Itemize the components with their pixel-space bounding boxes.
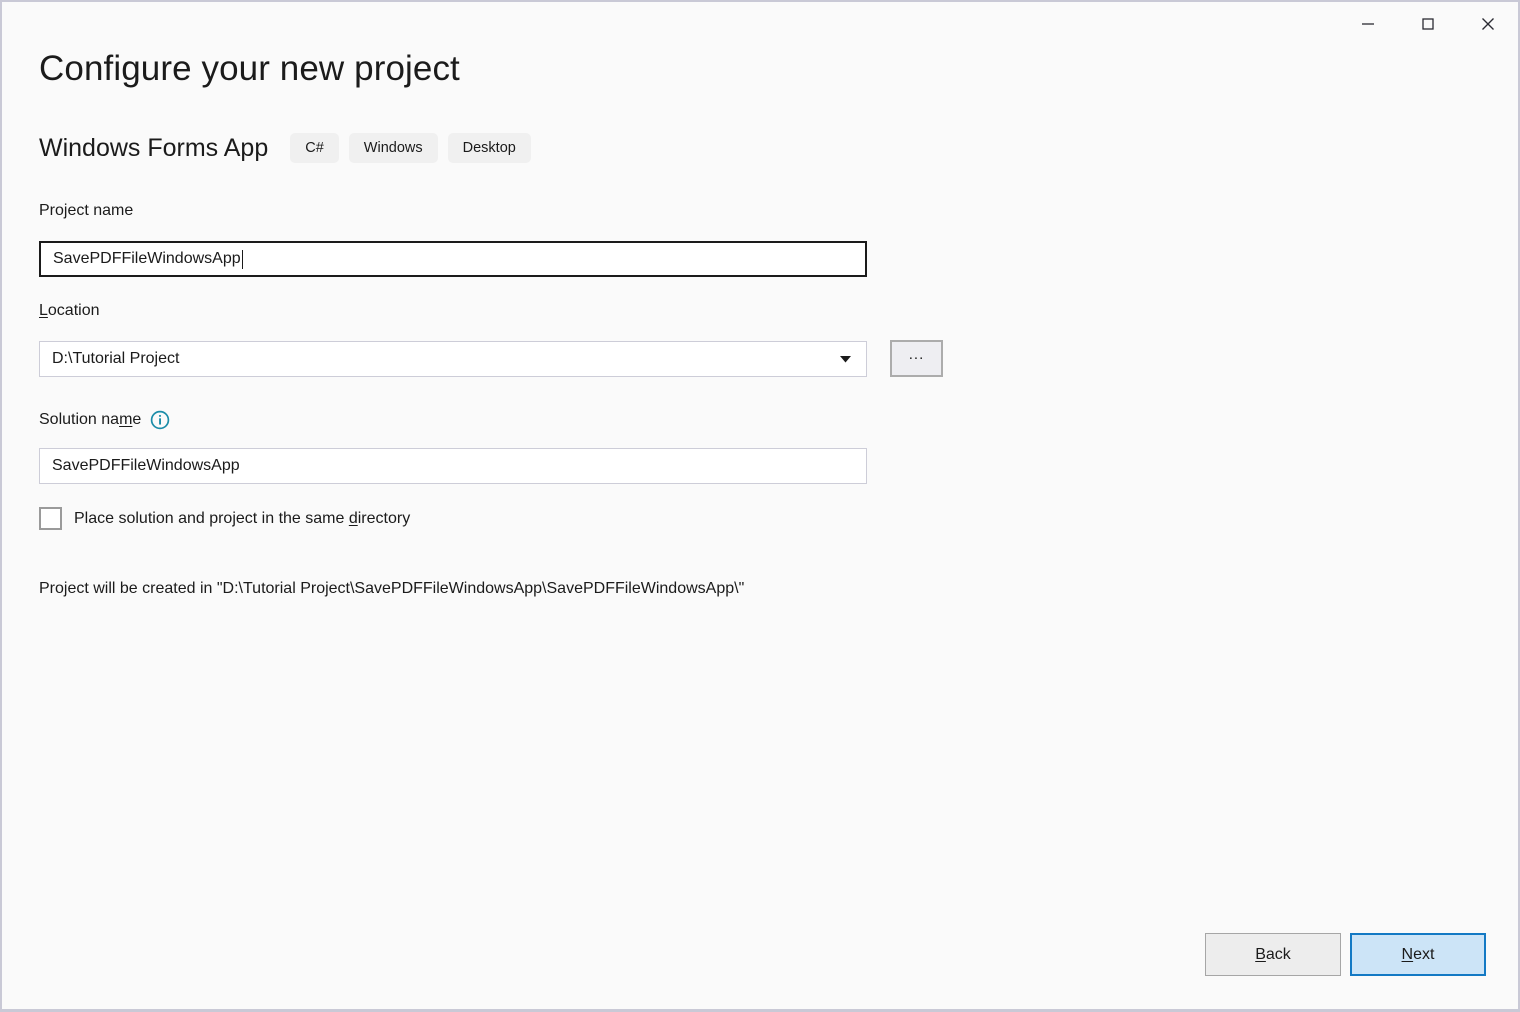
next-button-label: ext (1413, 945, 1435, 963)
location-value: D:\Tutorial Project (52, 350, 180, 367)
solution-name-input[interactable]: SavePDFFileWindowsApp (39, 448, 867, 484)
template-name: Windows Forms App (39, 133, 269, 162)
solution-label-a: Solution na (39, 411, 120, 428)
location-label-text: ocation (47, 302, 100, 319)
info-icon[interactable] (150, 410, 170, 430)
same-directory-checkbox[interactable] (39, 507, 62, 530)
chevron-down-icon (838, 352, 852, 366)
configure-project-dialog: Configure your new project Windows Forms… (0, 0, 1520, 1012)
browse-location-button[interactable]: ... (890, 340, 943, 377)
location-label: Location (39, 302, 100, 320)
same-directory-label-accel: d (348, 509, 358, 527)
solution-label-b: e (132, 411, 142, 428)
solution-name-value: SavePDFFileWindowsApp (52, 457, 240, 474)
project-name-value: SavePDFFileWindowsApp (53, 250, 241, 267)
project-name-input[interactable]: SavePDFFileWindowsApp (39, 241, 867, 277)
template-summary: Windows Forms App C# Windows Desktop (39, 133, 541, 163)
text-caret (241, 249, 244, 269)
tag-platform: Windows (348, 133, 438, 163)
maximize-button[interactable] (1398, 2, 1458, 46)
same-directory-label-a: Place solution and project in the same (74, 509, 349, 527)
solution-label-accel: m (119, 411, 133, 428)
window-title-bar (1338, 2, 1518, 48)
tag-project-type: Desktop (447, 133, 531, 163)
maximize-icon (1422, 18, 1434, 30)
next-button-accel: N (1401, 945, 1414, 963)
project-name-label: Project name (39, 202, 134, 219)
close-icon (1482, 18, 1494, 30)
back-button-label: ack (1265, 945, 1291, 963)
next-button[interactable]: Next (1350, 933, 1486, 976)
location-combobox[interactable]: D:\Tutorial Project (39, 341, 867, 377)
tag-language: C# (290, 133, 339, 163)
same-directory-checkbox-row[interactable]: Place solution and project in the same d… (39, 507, 410, 530)
back-button[interactable]: Back (1205, 933, 1341, 976)
minimize-button[interactable] (1338, 2, 1398, 46)
back-button-accel: B (1255, 945, 1266, 963)
solution-name-label: Solution name (39, 410, 170, 430)
same-directory-label: Place solution and project in the same d… (74, 510, 410, 528)
same-directory-label-b: irectory (357, 509, 411, 527)
minimize-icon (1362, 23, 1374, 25)
close-button[interactable] (1458, 2, 1518, 46)
page-title: Configure your new project (39, 49, 460, 88)
location-label-accel: L (39, 302, 48, 319)
project-path-note: Project will be created in "D:\Tutorial … (39, 580, 745, 597)
